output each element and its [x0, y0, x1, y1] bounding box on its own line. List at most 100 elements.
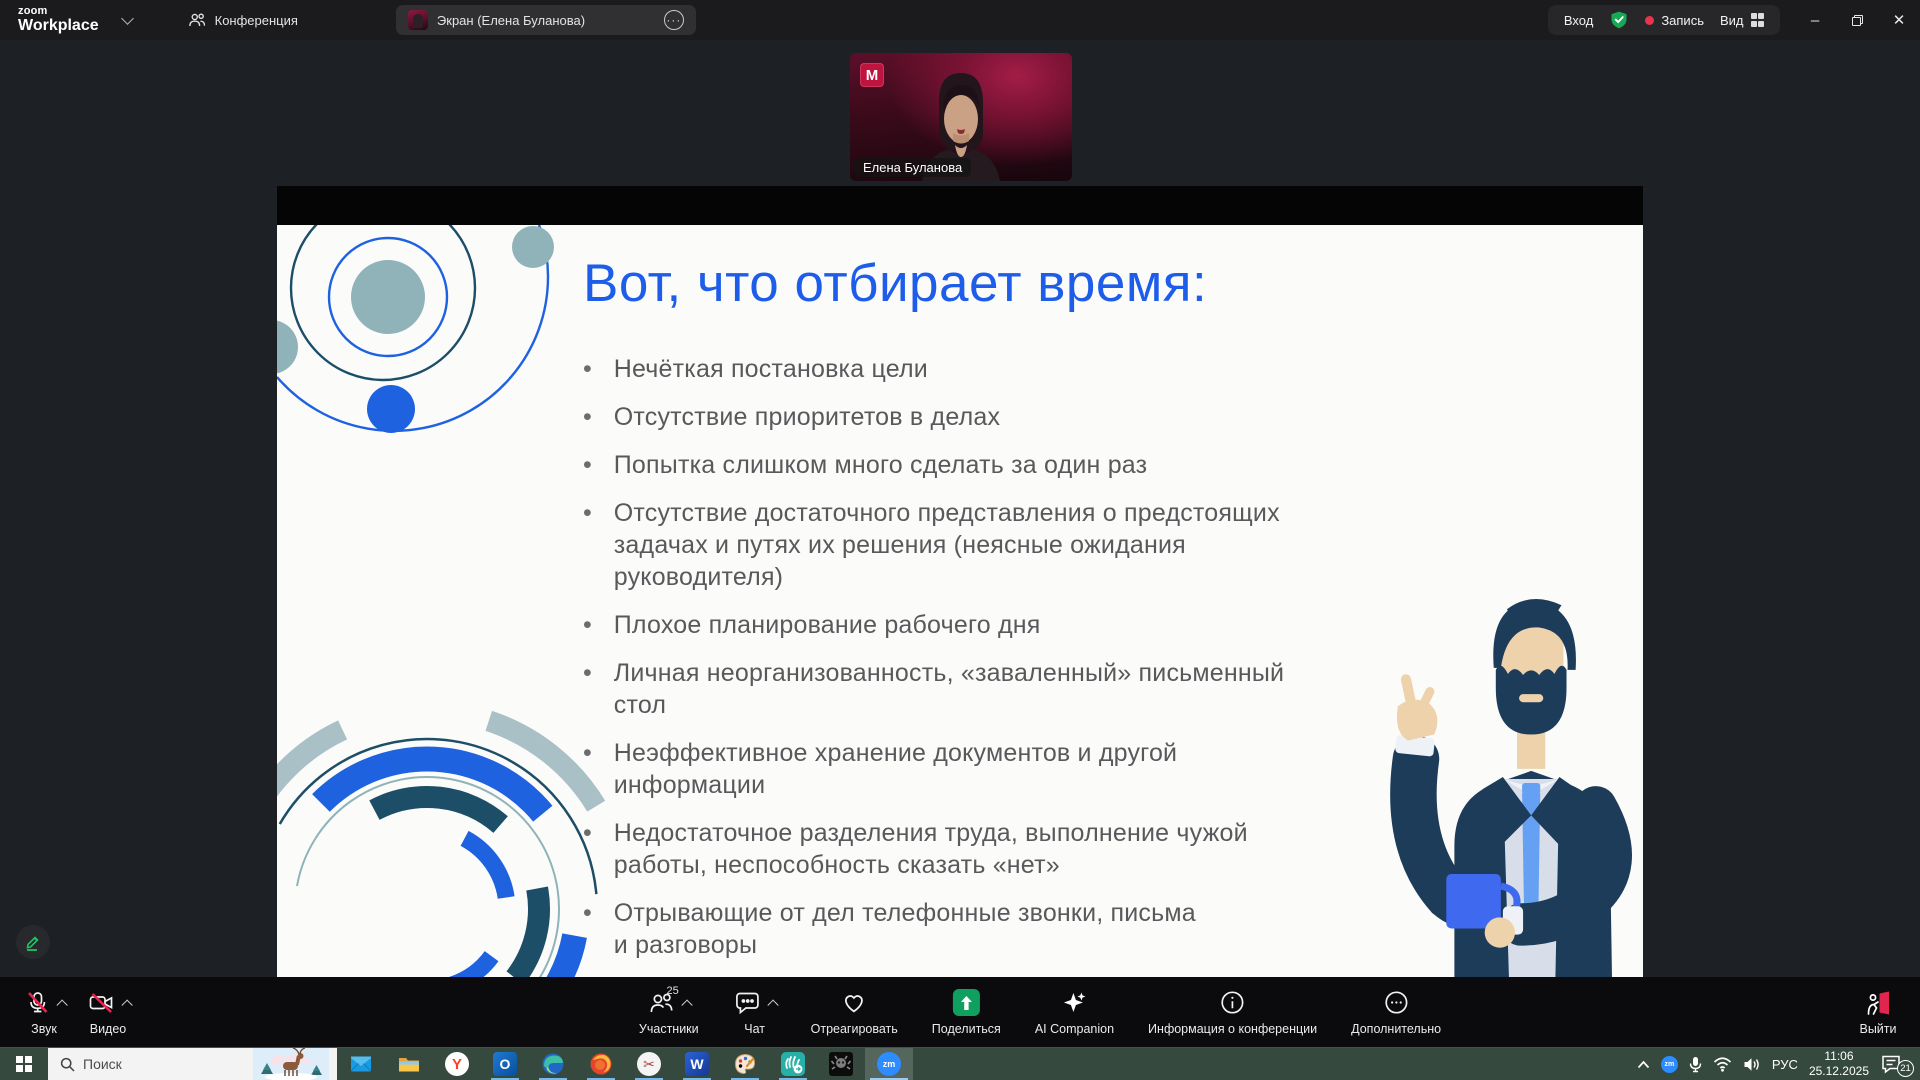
- camera-muted-icon: [88, 990, 115, 1015]
- brand-chevron-down-icon[interactable]: [121, 12, 134, 25]
- video-options-chevron[interactable]: [121, 999, 132, 1010]
- video-button[interactable]: Видео: [86, 989, 130, 1036]
- windows-taskbar: Y O ✂ W: [0, 1047, 1920, 1080]
- brand-workplace-text: Workplace: [18, 18, 99, 34]
- mail-icon: [349, 1052, 373, 1076]
- tray-time: 11:06: [1809, 1049, 1869, 1064]
- meeting-info-button[interactable]: Информация о конференции: [1148, 989, 1317, 1036]
- bullet-dot: •: [583, 737, 592, 801]
- bullet-dot: •: [583, 353, 592, 385]
- tray-zoom-icon[interactable]: zm: [1661, 1056, 1678, 1073]
- taskbar-file-explorer[interactable]: [385, 1048, 433, 1080]
- mic-muted-icon: [25, 990, 50, 1015]
- zoom-app-icon: zm: [877, 1052, 901, 1076]
- bullet-dot: •: [583, 657, 592, 721]
- bullet-dot: •: [583, 609, 592, 641]
- tray-expand-chevron[interactable]: [1637, 1060, 1650, 1069]
- taskbar-snipping-tool[interactable]: ✂: [625, 1048, 673, 1080]
- taskbar-mail-app[interactable]: [337, 1048, 385, 1080]
- tab-video-thumbnail: [408, 10, 428, 30]
- view-label: Вид: [1720, 13, 1744, 28]
- react-button[interactable]: Отреагировать: [811, 989, 898, 1036]
- participants-icon: [188, 12, 206, 28]
- info-icon: [1220, 990, 1245, 1015]
- businessman-illustration: [1389, 581, 1641, 977]
- outlook-icon: O: [493, 1052, 517, 1076]
- pencil-icon: [24, 933, 42, 951]
- more-options-button[interactable]: Дополнительно: [1351, 989, 1441, 1036]
- participants-button[interactable]: 25 Участники: [639, 989, 699, 1036]
- taskbar-dark-app[interactable]: [817, 1048, 865, 1080]
- sign-in-button[interactable]: Вход: [1564, 13, 1593, 28]
- dark-app-icon: [829, 1052, 853, 1076]
- company-logo-badge: M: [860, 63, 884, 87]
- bullet-dot: •: [583, 897, 592, 961]
- tray-microphone-icon[interactable]: [1689, 1056, 1702, 1073]
- tab-more-icon[interactable]: ···: [664, 10, 684, 30]
- taskbar-word[interactable]: W: [673, 1048, 721, 1080]
- record-dot-icon: [1645, 16, 1654, 25]
- chat-button[interactable]: Чат: [733, 989, 777, 1036]
- heart-icon: [841, 990, 867, 1015]
- leave-door-icon: [1865, 990, 1892, 1016]
- bullet-dot: •: [583, 449, 592, 481]
- minimize-button[interactable]: –: [1794, 0, 1836, 40]
- shared-screen-slide: Вот, что отбирает время: •Нечёткая поста…: [277, 186, 1643, 977]
- window-titlebar: zoom Workplace Конференция Экран (Елена …: [0, 0, 1920, 40]
- taskbar-sferum[interactable]: [769, 1048, 817, 1080]
- bullet-dot: •: [583, 497, 592, 593]
- taskbar-outlook[interactable]: O: [481, 1048, 529, 1080]
- slide-title: Вот, что отбирает время:: [583, 253, 1207, 314]
- firefox-icon: [589, 1052, 613, 1076]
- chat-icon: [735, 990, 761, 1015]
- slide-canvas: Вот, что отбирает время: •Нечёткая поста…: [277, 225, 1643, 977]
- tray-wifi-icon[interactable]: [1713, 1057, 1732, 1072]
- participant-video[interactable]: M Елена Буланова: [850, 53, 1072, 181]
- share-screen-icon: [953, 989, 980, 1016]
- audio-button[interactable]: Звук: [22, 989, 66, 1036]
- slide-bullet: •Отсутствие приоритетов в делах: [583, 401, 1323, 433]
- tray-notifications[interactable]: 21: [1880, 1052, 1910, 1076]
- ai-companion-button[interactable]: AI Companion: [1035, 989, 1114, 1036]
- taskbar-firefox[interactable]: [577, 1048, 625, 1080]
- taskbar-zoom[interactable]: zm: [865, 1048, 913, 1080]
- participants-options-chevron[interactable]: [681, 999, 692, 1010]
- annotation-pencil-button[interactable]: [16, 925, 50, 959]
- zoom-workplace-logo[interactable]: zoom Workplace: [18, 6, 99, 34]
- security-shield-icon[interactable]: [1609, 10, 1629, 30]
- meeting-status-pill: Вход Запись Вид: [1548, 5, 1780, 35]
- more-ellipsis-icon: [1384, 990, 1409, 1015]
- close-button[interactable]: ✕: [1878, 0, 1920, 40]
- paint-palette-icon: [733, 1052, 757, 1076]
- leave-meeting-button[interactable]: Выйти: [1856, 989, 1900, 1036]
- share-screen-button[interactable]: Поделиться: [932, 989, 1001, 1036]
- arcs-decoration: [277, 677, 617, 977]
- taskbar-edge[interactable]: [529, 1048, 577, 1080]
- tab-conference-label: Конференция: [215, 13, 298, 28]
- taskbar-yandex-browser[interactable]: Y: [433, 1048, 481, 1080]
- bullet-dot: •: [583, 817, 592, 881]
- slide-bullet: •Попытка слишком много сделать за один р…: [583, 449, 1323, 481]
- start-button[interactable]: [0, 1048, 48, 1080]
- scissors-icon: ✂: [637, 1052, 661, 1076]
- taskbar-paint[interactable]: [721, 1048, 769, 1080]
- taskbar-search[interactable]: [48, 1048, 337, 1080]
- tray-speaker-icon[interactable]: [1743, 1057, 1761, 1072]
- view-button[interactable]: Вид: [1720, 13, 1764, 28]
- tab-conference[interactable]: Конференция: [176, 5, 310, 35]
- notification-count-badge: 21: [1897, 1060, 1914, 1077]
- tray-clock[interactable]: 11:06 25.12.2025: [1809, 1049, 1869, 1079]
- restore-button[interactable]: [1836, 0, 1878, 40]
- yandex-icon: Y: [445, 1052, 469, 1076]
- audio-options-chevron[interactable]: [56, 999, 67, 1010]
- search-input[interactable]: [83, 1056, 213, 1072]
- tray-language-indicator[interactable]: РУС: [1772, 1057, 1798, 1072]
- system-tray: zm РУС 11:06 25.12.2025: [1637, 1048, 1920, 1080]
- slide-bullet-list: •Нечёткая постановка цели •Отсутствие пр…: [583, 353, 1323, 977]
- slide-bullet: •Нечёткая постановка цели: [583, 353, 1323, 385]
- tab-screen-share[interactable]: Экран (Елена Буланова) ···: [396, 5, 696, 35]
- chat-options-chevron[interactable]: [767, 999, 778, 1010]
- folder-icon: [397, 1052, 421, 1076]
- view-grid-icon: [1751, 13, 1765, 27]
- recording-indicator[interactable]: Запись: [1645, 13, 1704, 28]
